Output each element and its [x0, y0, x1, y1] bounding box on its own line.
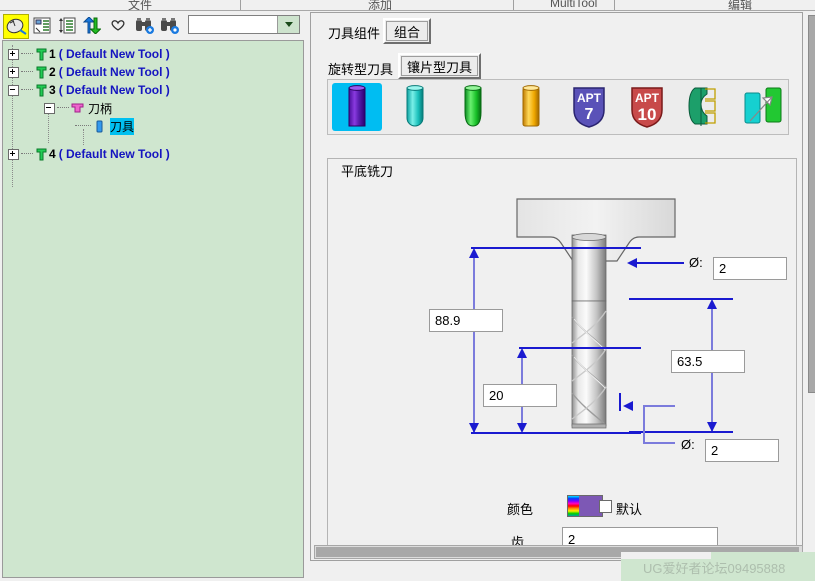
- profile-tool-icon[interactable]: [680, 83, 730, 131]
- tool-tree[interactable]: 1 ( Default New Tool ) 2 ( Default New T…: [2, 40, 304, 578]
- ball-end-mill-icon[interactable]: [390, 83, 440, 131]
- heart-icon[interactable]: [106, 14, 130, 37]
- apt7-tool-icon[interactable]: APT 7: [564, 83, 614, 131]
- dim-arrow-down-20: [517, 423, 527, 433]
- binoculars-find-icon[interactable]: [158, 14, 182, 37]
- tree-item-number: 4: [49, 147, 56, 161]
- color-label: 颜色: [507, 502, 534, 517]
- sort-list-icon[interactable]: [55, 14, 79, 37]
- cutter-blue-icon: [92, 119, 107, 134]
- tool-green-icon: [34, 147, 49, 162]
- tool-component-frame: 刀具组件 组合 旋转型刀具 镶片型刀具 APT 7 APT 10 平底铣刀 88…: [310, 12, 815, 563]
- tree-filter-input[interactable]: [189, 16, 277, 33]
- tree-item-number: 2: [49, 65, 56, 79]
- tree-filter-combo[interactable]: [188, 15, 300, 34]
- expand-icon[interactable]: [8, 66, 19, 78]
- flat-end-mill-icon[interactable]: [332, 83, 382, 131]
- tree-item-holder[interactable]: 刀柄: [44, 99, 112, 117]
- tree-item-label: ( Default New Tool ): [58, 65, 170, 79]
- default-checkbox-label: 默认: [616, 502, 643, 517]
- binoculars-add-icon[interactable]: [133, 14, 157, 37]
- list-properties-icon[interactable]: [30, 14, 54, 37]
- tab-rotary-tool[interactable]: 旋转型刀具: [328, 59, 393, 78]
- tree-item-cutter[interactable]: 刀具: [75, 117, 135, 135]
- tab-insert-tool[interactable]: 镶片型刀具: [398, 53, 481, 79]
- tree-item-label-selected: 刀具: [110, 117, 135, 135]
- tree-item-tool-2[interactable]: 2 ( Default New Tool ): [8, 63, 170, 81]
- svg-text:APT: APT: [577, 91, 602, 105]
- dim-line-63-top: [629, 298, 733, 300]
- collapse-icon[interactable]: [8, 84, 19, 96]
- tool-green-icon: [34, 83, 49, 98]
- shank-diameter-input[interactable]: 2: [713, 257, 787, 280]
- dim-line-top-88: [471, 247, 641, 249]
- dim-arrow-left-cutter: [623, 401, 633, 411]
- color-gradient-strip: [568, 496, 579, 516]
- cutter-diameter-input[interactable]: 2: [705, 439, 779, 462]
- dim-line-shank-dia: [636, 262, 684, 264]
- svg-text:7: 7: [585, 106, 594, 123]
- dim-extension-cutter: [619, 393, 621, 411]
- tree-toolbar: [0, 12, 306, 39]
- tool-component-pane: 刀具组件 组合 旋转型刀具 镶片型刀具 APT 7 APT 10 平底铣刀 88…: [308, 11, 815, 581]
- combination-button[interactable]: 组合: [383, 18, 431, 44]
- dim-line-cutter-dia2: [643, 442, 675, 444]
- tree-item-tool-3[interactable]: 3 ( Default New Tool ): [8, 81, 170, 99]
- dim-arrow-up-88: [469, 248, 479, 258]
- default-checkbox[interactable]: [599, 500, 612, 513]
- tool-type-iconbar: APT 7 APT 10: [327, 79, 789, 135]
- tree-item-tool-1[interactable]: 1 ( Default New Tool ): [8, 45, 170, 63]
- expand-icon[interactable]: [8, 48, 19, 60]
- custom-tool-icon[interactable]: [738, 83, 788, 131]
- taper-mill-icon[interactable]: [448, 83, 498, 131]
- svg-text:10: 10: [638, 105, 657, 124]
- menu-bar: 文件 添加 MultiTool 编辑: [0, 0, 815, 11]
- overall-length-input[interactable]: 88.9: [429, 309, 503, 332]
- bull-mill-icon[interactable]: [506, 83, 556, 131]
- collapse-icon[interactable]: [44, 102, 55, 114]
- tree-item-label: ( Default New Tool ): [58, 47, 170, 61]
- vertical-scrollbar[interactable]: [808, 15, 815, 563]
- tool-green-icon: [34, 65, 49, 80]
- cutter-diameter-label: Ø:: [681, 437, 695, 452]
- tree-item-label: ( Default New Tool ): [58, 147, 170, 161]
- tool-tree-pane: 1 ( Default New Tool ) 2 ( Default New T…: [0, 11, 306, 581]
- tool-component-label: 刀具组件: [328, 26, 381, 41]
- dim-leader-88: [473, 256, 475, 433]
- tree-item-label: ( Default New Tool ): [58, 83, 170, 97]
- forum-watermark: UG爱好者论坛09495888: [643, 561, 786, 576]
- dim-line-cutter-dia: [643, 405, 675, 407]
- dim-arrow-left-shank: [627, 258, 637, 268]
- mouse-pick-icon[interactable]: [3, 14, 29, 39]
- flute-length-input[interactable]: 20: [483, 384, 557, 407]
- dim-line-flute-top: [519, 347, 641, 349]
- tool-geometry-groupbox-label: 平底铣刀: [337, 161, 398, 180]
- tree-item-number: 1: [49, 47, 56, 61]
- tree-item-label: 刀柄: [88, 101, 113, 116]
- color-swatch[interactable]: [567, 495, 603, 517]
- holder-pink-icon: [70, 101, 85, 116]
- apt10-tool-icon[interactable]: APT 10: [622, 83, 672, 131]
- dim-line-bottom-88: [471, 432, 641, 434]
- dim-arrow-up-63: [707, 299, 717, 309]
- dim-arrow-up-20: [517, 348, 527, 358]
- menu-item-multitool[interactable]: MultiTool: [550, 0, 597, 10]
- tool-green-icon: [34, 47, 49, 62]
- vertical-scrollbar-thumb[interactable]: [808, 15, 815, 393]
- tree-item-number: 3: [49, 83, 56, 97]
- tree-item-tool-4[interactable]: 4 ( Default New Tool ): [8, 145, 170, 163]
- chevron-down-icon[interactable]: [277, 16, 299, 33]
- holder-length-input[interactable]: 63.5: [671, 350, 745, 373]
- dim-leader-cutter-dia: [643, 406, 645, 443]
- expand-icon[interactable]: [8, 148, 19, 160]
- arrows-updown-icon[interactable]: [80, 14, 104, 37]
- svg-text:APT: APT: [635, 91, 660, 105]
- shank-diameter-label: Ø:: [689, 255, 703, 270]
- dim-line-63-bottom: [629, 431, 733, 433]
